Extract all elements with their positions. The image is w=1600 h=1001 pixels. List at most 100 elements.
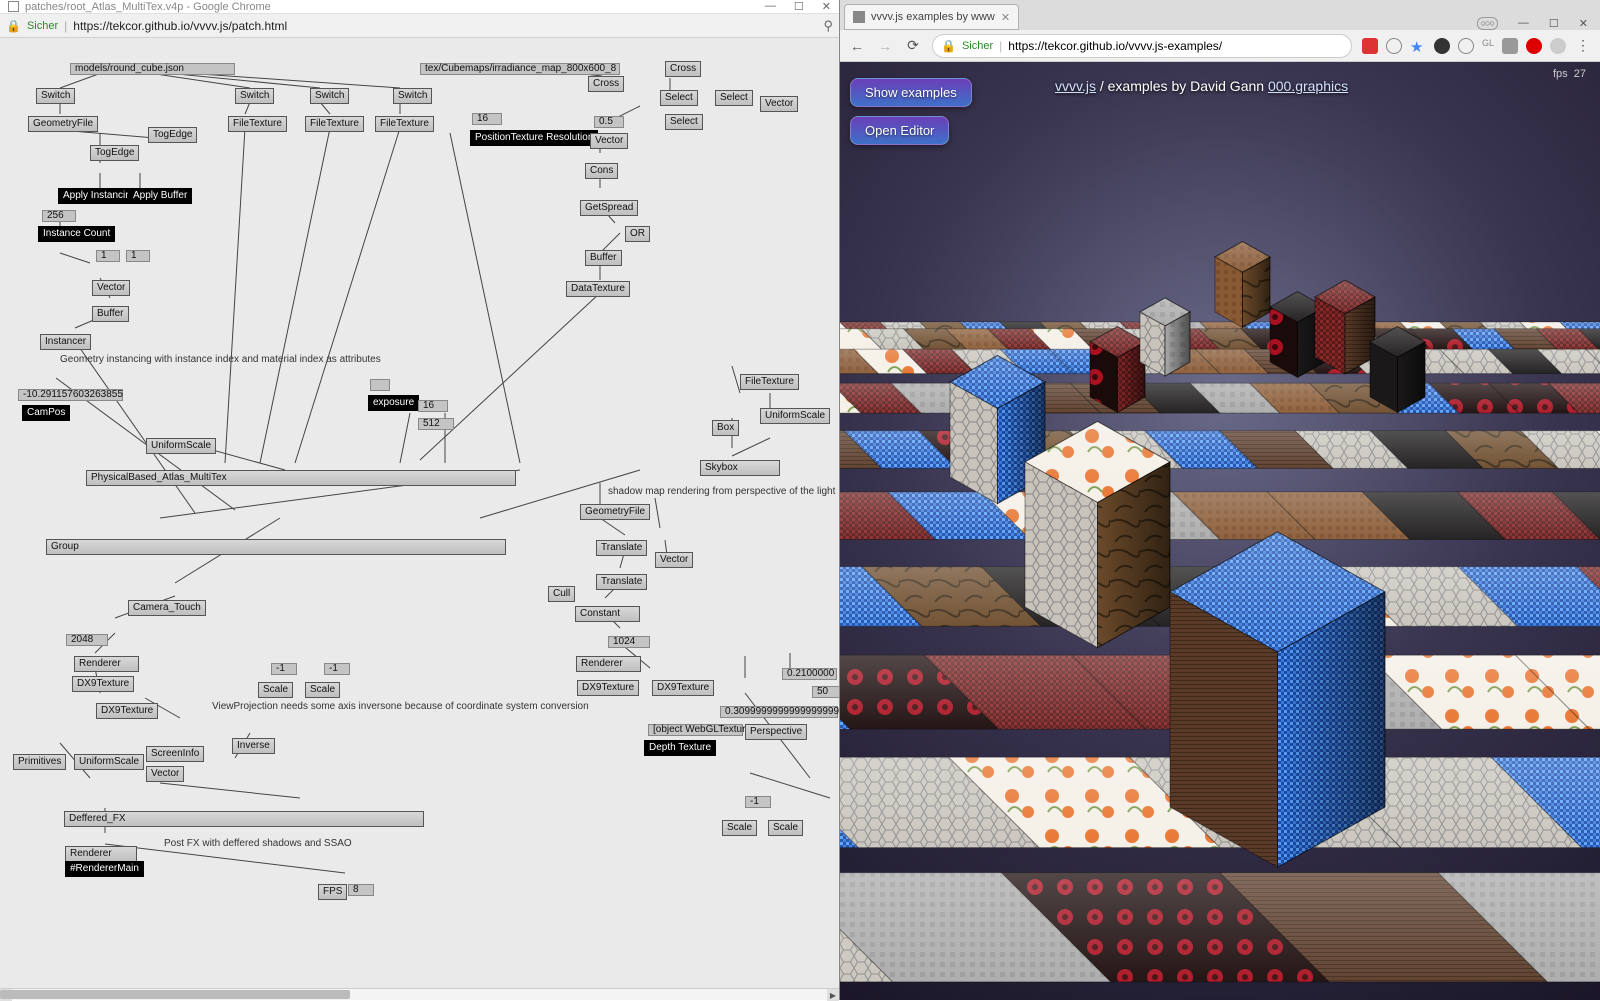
iobox-021[interactable]: 0.2100000 bbox=[782, 668, 837, 680]
node-skybox[interactable]: Skybox bbox=[700, 460, 780, 476]
iobox-model-path[interactable]: models/round_cube.json bbox=[70, 63, 235, 75]
node-filetexture-3[interactable]: FileTexture bbox=[375, 116, 434, 132]
node-select-2[interactable]: Select bbox=[715, 90, 753, 106]
ext-icon-4[interactable] bbox=[1502, 38, 1518, 54]
iobox-cubemap-path[interactable]: tex/Cubemaps/irradiance_map_800x600_8 bbox=[420, 63, 620, 75]
node-vector-1[interactable]: Vector bbox=[92, 280, 130, 296]
node-buffer-1[interactable]: Buffer bbox=[92, 306, 129, 322]
iobox-05[interactable]: 0.5 bbox=[594, 116, 624, 128]
node-cross-2[interactable]: Cross bbox=[588, 76, 624, 92]
ext-icon-5[interactable] bbox=[1550, 38, 1566, 54]
node-fps[interactable]: FPS bbox=[318, 884, 347, 900]
node-vector-3[interactable]: Vector bbox=[590, 133, 628, 149]
ext-icon-gl[interactable]: GL bbox=[1482, 38, 1494, 54]
menu-icon[interactable]: ⋮ bbox=[1574, 37, 1592, 55]
node-cons[interactable]: Cons bbox=[585, 163, 618, 179]
browser-tab[interactable]: vvvv.js examples by www ✕ bbox=[844, 4, 1019, 30]
node-scale-2[interactable]: Scale bbox=[305, 682, 340, 698]
ext-icon-1[interactable] bbox=[1362, 38, 1378, 54]
node-dx9texture-3[interactable]: DX9Texture bbox=[652, 680, 714, 696]
node-cull[interactable]: Cull bbox=[548, 586, 575, 602]
node-translate-1[interactable]: Translate bbox=[596, 540, 647, 556]
node-inverse[interactable]: Inverse bbox=[232, 738, 275, 754]
node-uniformscale-3[interactable]: UniformScale bbox=[74, 754, 144, 770]
back-icon[interactable]: ← bbox=[848, 37, 866, 55]
iobox-256[interactable]: 256 bbox=[42, 210, 76, 222]
minimize-icon[interactable]: — bbox=[765, 0, 776, 13]
iobox-neg1c[interactable]: -1 bbox=[745, 796, 771, 808]
iobox-2048[interactable]: 2048 bbox=[66, 634, 108, 646]
iobox-campos[interactable]: -10.291157603263855 bbox=[18, 389, 123, 401]
node-select-1[interactable]: Select bbox=[660, 90, 698, 106]
iobox-long[interactable]: 0.309999999999999999999 bbox=[720, 706, 838, 718]
node-screeninfo[interactable]: ScreenInfo bbox=[146, 746, 204, 762]
ext-icon-abp[interactable] bbox=[1526, 38, 1542, 54]
node-dx9texture-2[interactable]: DX9Texture bbox=[577, 680, 639, 696]
webgl-viewport[interactable]: Show examples Open Editor vvvv.js / exam… bbox=[840, 62, 1600, 1000]
node-switch-4[interactable]: Switch bbox=[393, 88, 432, 104]
zoom-icon[interactable] bbox=[1386, 38, 1402, 54]
node-select-3[interactable]: Select bbox=[665, 114, 703, 130]
node-primitives[interactable]: Primitives bbox=[13, 754, 66, 770]
node-physicalbased[interactable]: PhysicalBased_Atlas_MultiTex bbox=[86, 470, 516, 486]
node-vector-2[interactable]: Vector bbox=[760, 96, 798, 112]
url-text[interactable]: https://tekcor.github.io/vvvv.js/patch.h… bbox=[73, 19, 287, 33]
node-geometryfile-2[interactable]: GeometryFile bbox=[580, 504, 650, 520]
node-geometryfile[interactable]: GeometryFile bbox=[28, 116, 98, 132]
search-icon[interactable]: ⚲ bbox=[823, 18, 833, 34]
node-scale-4[interactable]: Scale bbox=[768, 820, 803, 836]
minimize-icon[interactable]: — bbox=[1518, 17, 1529, 30]
node-uniformscale-1[interactable]: UniformScale bbox=[146, 438, 216, 454]
ext-icon-2[interactable] bbox=[1434, 38, 1450, 54]
iobox-16[interactable]: 16 bbox=[418, 400, 448, 412]
node-uniformscale-2[interactable]: UniformScale bbox=[760, 408, 830, 424]
node-scale-1[interactable]: Scale bbox=[258, 682, 293, 698]
iobox-1a[interactable]: 1 bbox=[96, 250, 120, 262]
node-filetexture-1[interactable]: FileTexture bbox=[228, 116, 287, 132]
iobox-webgl[interactable]: [object WebGLTexture] bbox=[648, 724, 743, 736]
node-camera-touch[interactable]: Camera_Touch bbox=[128, 600, 206, 616]
iobox-neg1a[interactable]: -1 bbox=[271, 663, 297, 675]
node-renderer-1[interactable]: Renderer bbox=[74, 656, 139, 672]
node-cross-1[interactable]: Cross bbox=[665, 61, 701, 77]
maximize-icon[interactable]: ☐ bbox=[1549, 17, 1559, 30]
node-vector-4[interactable]: Vector bbox=[655, 552, 693, 568]
horizontal-scrollbar[interactable]: ◀ ▶ bbox=[0, 988, 839, 1000]
node-switch-2[interactable]: Switch bbox=[235, 88, 274, 104]
node-constant[interactable]: Constant bbox=[575, 606, 640, 622]
node-filetexture-2[interactable]: FileTexture bbox=[305, 116, 364, 132]
patch-canvas[interactable]: models/round_cube.json tex/Cubemaps/irra… bbox=[0, 38, 839, 988]
node-datatexture[interactable]: DataTexture bbox=[566, 281, 630, 297]
omnibox[interactable]: 🔒 Sicher | https://tekcor.github.io/vvvv… bbox=[932, 34, 1352, 58]
node-perspective[interactable]: Perspective bbox=[745, 724, 807, 740]
node-box[interactable]: Box bbox=[712, 420, 739, 436]
iobox-8[interactable]: 8 bbox=[348, 884, 374, 896]
iobox-exposure-val[interactable] bbox=[370, 379, 390, 391]
iobox-neg1b[interactable]: -1 bbox=[324, 663, 350, 675]
reload-icon[interactable]: ⟳ bbox=[904, 37, 922, 55]
star-icon[interactable]: ★ bbox=[1410, 38, 1426, 54]
iobox-50[interactable]: 50 bbox=[812, 686, 839, 698]
iobox-16-res[interactable]: 16 bbox=[472, 113, 502, 125]
scroll-right-icon[interactable]: ▶ bbox=[827, 989, 839, 1001]
node-translate-2[interactable]: Translate bbox=[596, 574, 647, 590]
node-group[interactable]: Group bbox=[46, 539, 506, 555]
node-renderer-2[interactable]: Renderer bbox=[576, 656, 641, 672]
iobox-1b[interactable]: 1 bbox=[126, 250, 150, 262]
node-scale-3[interactable]: Scale bbox=[722, 820, 757, 836]
node-vector-5[interactable]: Vector bbox=[146, 766, 184, 782]
node-dx9texture-4[interactable]: DX9Texture bbox=[96, 703, 158, 719]
node-getspread[interactable]: GetSpread bbox=[580, 200, 638, 216]
maximize-icon[interactable]: ☐ bbox=[794, 0, 804, 13]
ext-icon-3[interactable] bbox=[1458, 38, 1474, 54]
scrollbar-thumb[interactable] bbox=[0, 990, 350, 999]
node-or[interactable]: OR bbox=[625, 226, 650, 242]
node-switch-3[interactable]: Switch bbox=[310, 88, 349, 104]
iobox-1024[interactable]: 1024 bbox=[608, 636, 650, 648]
node-dx9texture-1[interactable]: DX9Texture bbox=[72, 676, 134, 692]
node-switch-1[interactable]: Switch bbox=[36, 88, 75, 104]
ext-ooo-icon[interactable]: ○○○ bbox=[1477, 17, 1498, 30]
node-togedge-2[interactable]: TogEdge bbox=[90, 145, 139, 161]
tab-close-icon[interactable]: ✕ bbox=[1001, 11, 1010, 24]
node-togedge-1[interactable]: TogEdge bbox=[148, 127, 197, 143]
